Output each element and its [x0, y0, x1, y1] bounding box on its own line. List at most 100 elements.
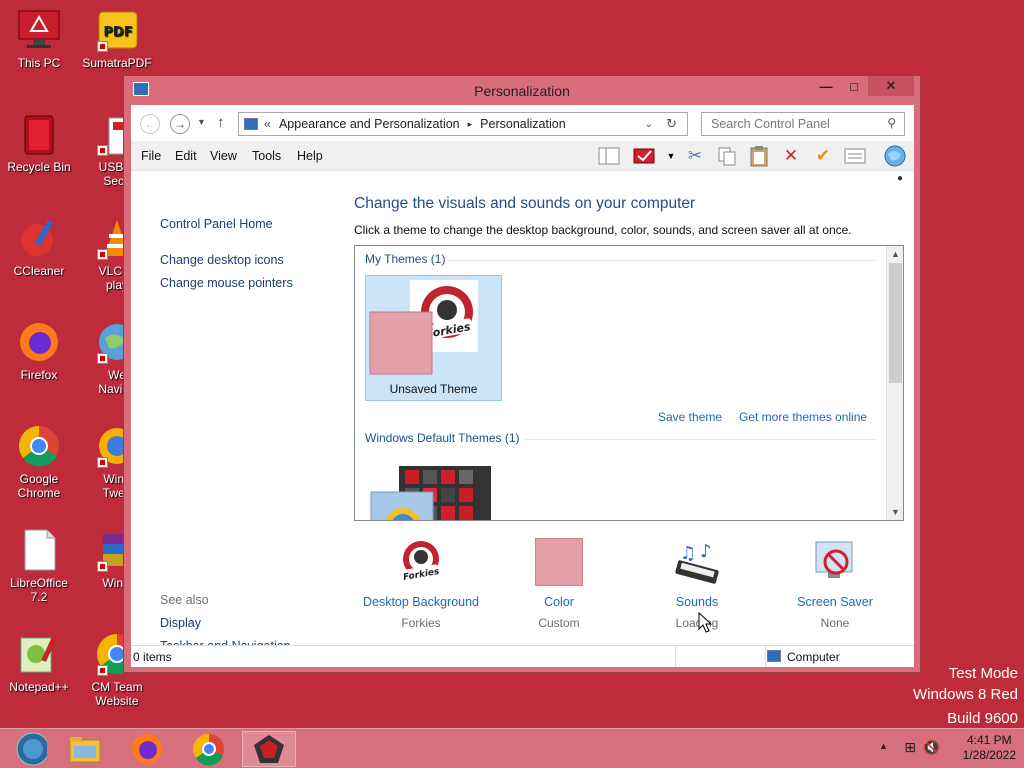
forward-button[interactable]: →: [170, 114, 190, 134]
menu-file[interactable]: File: [141, 149, 161, 163]
color-value: Custom: [538, 616, 580, 630]
page-description: Click a theme to change the desktop back…: [354, 223, 852, 237]
change-mouse-pointers-link[interactable]: Change mouse pointers: [160, 276, 293, 290]
screen-saver-label[interactable]: Screen Saver: [770, 595, 900, 609]
checklist-icon[interactable]: [633, 145, 657, 167]
change-desktop-icons-link[interactable]: Change desktop icons: [160, 253, 284, 267]
layout-icon[interactable]: [597, 145, 621, 167]
show-hidden-icons-icon[interactable]: ▲: [879, 741, 888, 751]
close-button[interactable]: ✕: [868, 76, 914, 96]
color-setting[interactable]: Color Custom: [494, 537, 624, 630]
personalization-icon: [254, 735, 284, 763]
desktop-icon-ccleaner[interactable]: CCleaner: [0, 216, 78, 278]
menu-tools[interactable]: Tools: [252, 149, 281, 163]
recycle-bin-icon: [17, 112, 61, 156]
copy-icon[interactable]: [715, 145, 739, 167]
maximize-button[interactable]: □: [840, 76, 868, 96]
window-title: Personalization: [474, 83, 570, 99]
taskbar-firefox[interactable]: [120, 731, 174, 767]
arrow-right-icon: →: [174, 117, 186, 131]
mouse-icon: ●: [897, 173, 904, 184]
menu-help[interactable]: Help: [297, 149, 323, 163]
color-label[interactable]: Color: [494, 595, 624, 609]
properties-icon[interactable]: [843, 145, 867, 167]
breadcrumb-appearance[interactable]: Appearance and Personalization: [279, 117, 460, 131]
desktop-icon-notepadpp[interactable]: Notepad++: [0, 632, 78, 694]
back-button[interactable]: ←: [140, 114, 160, 134]
clock-time: 4:41 PM: [966, 733, 1012, 747]
desktop-icon-sumatrapdf[interactable]: PDF SumatraPDF: [78, 8, 156, 70]
taskbar: ▲ ⊞ 🔇 4:41 PM 1/28/2022: [0, 728, 1024, 768]
breadcrumb-separator[interactable]: ▸: [468, 119, 473, 130]
menu-edit[interactable]: Edit: [175, 149, 197, 163]
taskbar-personalization[interactable]: [242, 731, 296, 767]
refresh-icon[interactable]: ↻: [666, 116, 677, 132]
start-button[interactable]: [0, 731, 54, 767]
sounds-label[interactable]: Sounds: [632, 595, 762, 609]
theme-windows-default[interactable]: [365, 466, 495, 520]
group-divider: [449, 260, 875, 261]
taskbar-chrome[interactable]: [182, 731, 236, 767]
display-link[interactable]: Display: [160, 616, 201, 630]
svg-text:♪: ♪: [700, 541, 712, 562]
address-bar[interactable]: « Appearance and Personalization ▸ Perso…: [238, 112, 688, 136]
firefox-icon: [132, 734, 162, 764]
sounds-setting[interactable]: ♫ ♪ Sounds Loading: [632, 537, 762, 630]
status-divider: [675, 646, 676, 667]
taskbar-file-explorer[interactable]: [58, 731, 112, 767]
volume-muted-icon[interactable]: 🔇: [923, 739, 940, 756]
themes-scrollbar[interactable]: ▲ ▼: [886, 246, 903, 520]
desktop-icon-firefox[interactable]: Firefox: [0, 320, 78, 382]
start-orb-icon: [16, 732, 47, 766]
color-swatch-icon: [534, 537, 584, 587]
paste-icon[interactable]: [747, 145, 771, 167]
desktop-icon-recycle-bin[interactable]: Recycle Bin: [0, 112, 78, 174]
arrow-up-icon: ↑: [217, 114, 225, 131]
sounds-icon: ♫ ♪: [672, 537, 722, 587]
minimize-button[interactable]: —: [812, 76, 840, 96]
get-more-themes-link[interactable]: Get more themes online: [739, 410, 867, 424]
search-icon: ⚲: [887, 116, 896, 130]
my-themes-header: My Themes (1): [365, 252, 446, 266]
menu-view[interactable]: View: [210, 149, 237, 163]
address-overflow[interactable]: «: [264, 117, 271, 131]
control-panel-home-link[interactable]: Control Panel Home: [160, 217, 273, 231]
chevron-down-icon[interactable]: ⌄: [645, 119, 653, 130]
network-icon[interactable]: ⊞: [904, 739, 916, 756]
watermark-test-mode: Test Mode: [948, 665, 1018, 682]
chrome-icon: [192, 733, 224, 766]
default-themes-header: Windows Default Themes (1): [365, 431, 520, 445]
navigation-bar: ← → ▼ ↑ « Appearance and Personalization…: [131, 105, 914, 141]
desktop-icon-libreoffice[interactable]: LibreOffice 7.2: [0, 528, 78, 604]
theme-unsaved-label: Unsaved Theme: [389, 382, 478, 396]
desktop-icon-chrome[interactable]: Google Chrome: [0, 424, 78, 500]
status-bar: 0 items Computer: [131, 645, 914, 667]
scroll-thumb[interactable]: [889, 263, 902, 383]
globe-icon[interactable]: [883, 145, 907, 167]
breadcrumb-personalization[interactable]: Personalization: [480, 117, 565, 131]
scroll-down-icon[interactable]: ▼: [887, 504, 903, 520]
monitor-icon: [17, 8, 61, 52]
firefox-icon: [17, 320, 61, 364]
sounds-value: Loading: [675, 616, 719, 630]
checkmark-icon[interactable]: ✔: [811, 145, 835, 167]
desktop-background-setting[interactable]: Forkies Desktop Background Forkies: [356, 537, 486, 630]
chrome-icon: [17, 424, 61, 468]
item-count: 0 items: [133, 650, 172, 664]
up-button[interactable]: ↑: [217, 114, 225, 131]
chevron-down-icon[interactable]: ▼: [659, 145, 683, 167]
desktop-icon-this-pc[interactable]: This PC: [0, 8, 78, 70]
save-theme-link[interactable]: Save theme: [658, 410, 722, 424]
delete-icon[interactable]: ✕: [779, 145, 803, 167]
title-bar[interactable]: Personalization — □ ✕: [124, 76, 920, 104]
desktop-background-label[interactable]: Desktop Background: [356, 595, 486, 609]
theme-default-preview: [370, 466, 491, 520]
watermark-edition: Windows 8 Red: [912, 686, 1018, 703]
theme-unsaved[interactable]: Forkies Unsaved Theme: [365, 275, 502, 401]
recent-pages-dropdown[interactable]: ▼: [197, 117, 206, 127]
clock[interactable]: 4:41 PM 1/28/2022: [963, 733, 1016, 763]
cut-icon[interactable]: ✂: [683, 145, 707, 167]
screen-saver-setting[interactable]: Screen Saver None: [770, 537, 900, 630]
scroll-up-icon[interactable]: ▲: [887, 246, 903, 262]
search-input[interactable]: Search Control Panel ⚲: [701, 112, 905, 136]
